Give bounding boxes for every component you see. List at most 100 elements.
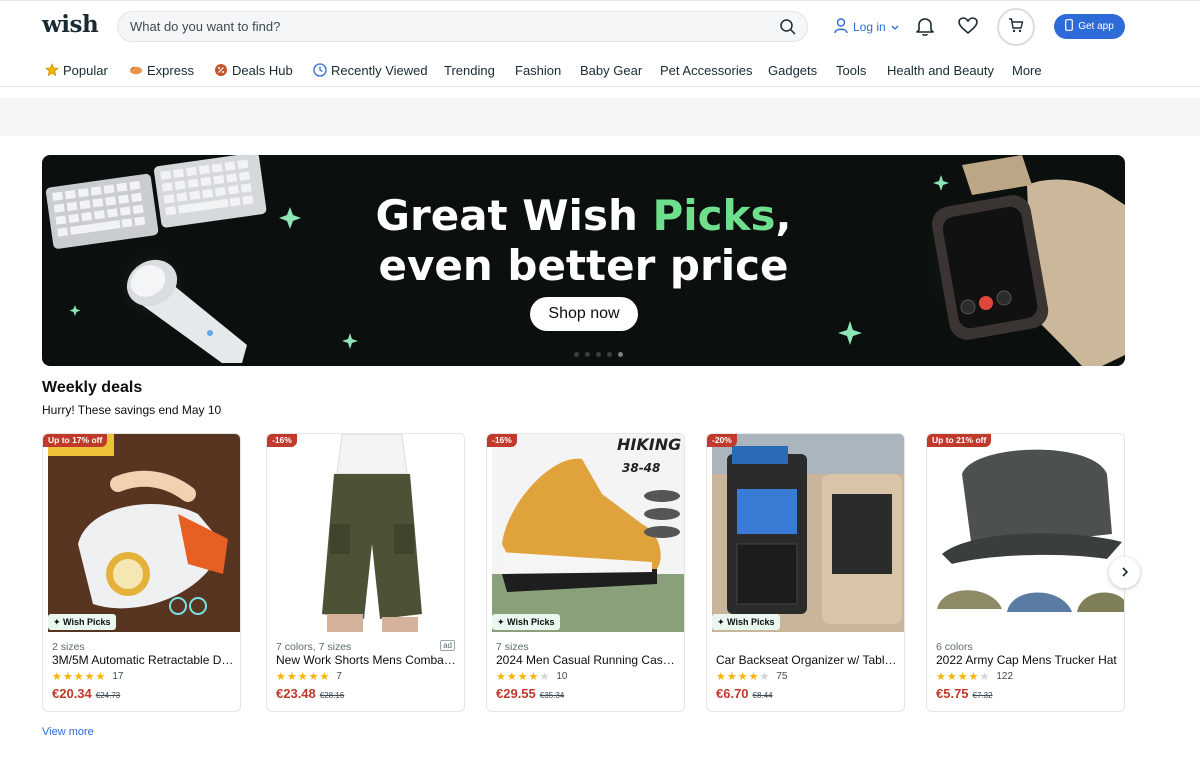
star-icon: ★ [968, 671, 979, 683]
weekly-deals-subtitle: Hurry! These savings end May 10 [42, 403, 222, 417]
carousel-dot-active[interactable] [618, 352, 623, 357]
hero-banner[interactable]: Great Wish Picks, even better price Shop… [42, 155, 1125, 366]
nav-label: Health and Beauty [887, 62, 994, 78]
view-more-link[interactable]: View more [42, 726, 94, 738]
discount-badge: -20% [707, 434, 737, 447]
chevron-down-icon [891, 20, 899, 34]
express-icon [129, 63, 143, 77]
nav-express[interactable]: Express [129, 61, 194, 79]
nav-popular[interactable]: Popular [45, 61, 108, 79]
nav-baby-gear[interactable]: Baby Gear [580, 61, 642, 79]
product-image[interactable] [932, 434, 1124, 632]
carousel-dot[interactable] [596, 352, 601, 357]
carousel-dot[interactable] [585, 352, 590, 357]
promo-strip [0, 98, 1200, 136]
price: €6.70 €8.44 [716, 686, 773, 701]
product-name[interactable]: Car Backseat Organizer w/ Tablet Holder [716, 653, 898, 667]
carousel-next-button[interactable] [1109, 557, 1140, 588]
nav-trending[interactable]: Trending [444, 61, 495, 79]
original-price: €7.32 [972, 691, 993, 700]
nav-label: Gadgets [768, 62, 818, 78]
carousel-dot[interactable] [574, 352, 579, 357]
search-bar [117, 11, 808, 42]
svg-text:HIKING: HIKING [617, 435, 681, 454]
variant-info: 2 sizes [52, 641, 85, 653]
star-icon: ★ [73, 671, 84, 683]
star-icon: ★ [308, 671, 319, 683]
wish-logo[interactable]: wish [42, 11, 99, 38]
star-half-icon: ★ [759, 671, 770, 683]
star-icon: ★ [62, 671, 73, 683]
star-icon: ★ [936, 671, 946, 683]
nav-fashion[interactable]: Fashion [515, 61, 561, 79]
product-name[interactable]: 3M/5M Automatic Retractable Dog Leash [52, 653, 234, 667]
star-icon: ★ [946, 671, 957, 683]
svg-text:38-48: 38-48 [622, 461, 660, 475]
product-card[interactable]: Up to 21% off 6 colors 2022 Army Cap Men… [926, 433, 1125, 712]
deals-icon [214, 63, 228, 77]
heart-icon[interactable] [957, 15, 979, 37]
product-name[interactable]: New Work Shorts Mens Combat Cargo [276, 653, 458, 667]
product-name[interactable]: 2022 Army Cap Mens Trucker Hat [936, 653, 1118, 667]
star-icon: ★ [748, 671, 759, 683]
review-count: 17 [112, 671, 124, 682]
wish-picks-label: Wish Picks [507, 617, 555, 627]
banner-headline-c: , [775, 191, 792, 240]
product-card[interactable]: Up to 17% off ✦ Wish Picks 2 sizes 3M/5M… [42, 433, 241, 712]
star-icon: ★ [517, 671, 528, 683]
product-name[interactable]: 2024 Men Casual Running Casual Shoes [496, 653, 678, 667]
star-icon: ★ [84, 671, 95, 683]
bell-icon[interactable] [914, 15, 936, 37]
clock-icon [313, 63, 327, 77]
variant-info: 7 colors, 7 sizes [276, 641, 352, 653]
nav-deals-hub[interactable]: Deals Hub [214, 61, 293, 79]
login-button[interactable]: Log in [834, 17, 899, 37]
nav-label: Pet Accessories [660, 62, 753, 78]
star-icon: ★ [297, 671, 308, 683]
nav-label: More [1012, 62, 1042, 78]
current-price: €6.70 [716, 686, 749, 701]
star-icon: ★ [957, 671, 968, 683]
price: €29.55 €35.34 [496, 686, 564, 701]
review-count: 10 [556, 671, 568, 682]
nav-label: Express [147, 62, 194, 78]
nav-health-beauty[interactable]: Health and Beauty [887, 61, 994, 79]
banner-headline: Great Wish Picks, [42, 191, 1125, 240]
original-price: €28.16 [319, 691, 345, 700]
top-header: wish Log in Get app [0, 0, 1200, 52]
product-image[interactable] [48, 434, 240, 632]
current-price: €20.34 [52, 686, 92, 701]
star-half-icon: ★ [979, 671, 990, 683]
star-icon: ★ [52, 671, 62, 683]
product-image[interactable]: HIKING 38-48 [492, 434, 684, 632]
rating-stars: ★ ★ ★ ★ ★ 17 [52, 670, 124, 683]
discount-badge: -16% [487, 434, 517, 447]
discount-badge: Up to 21% off [927, 434, 992, 447]
product-image[interactable] [712, 434, 904, 632]
original-price: €24.73 [95, 691, 121, 700]
nav-pet-accessories[interactable]: Pet Accessories [660, 61, 753, 79]
carousel-dot[interactable] [607, 352, 612, 357]
search-input[interactable] [130, 19, 750, 34]
ad-label: ad [440, 640, 455, 651]
product-card[interactable]: -16% HIKING 38-48 ✦ Wish Picks 7 sizes 2… [486, 433, 685, 712]
nav-more[interactable]: More [1012, 61, 1042, 79]
get-app-button[interactable]: Get app [1054, 14, 1125, 39]
nav-gadgets[interactable]: Gadgets [768, 61, 817, 79]
search-icon[interactable] [779, 18, 797, 36]
star-icon [45, 63, 59, 77]
star-half-icon: ★ [539, 671, 550, 683]
product-image[interactable] [272, 434, 464, 632]
cart-button[interactable] [997, 8, 1035, 46]
product-card[interactable]: -20% ✦ Wish Picks Car Backseat Organizer… [706, 433, 905, 712]
star-icon: ★ [737, 671, 748, 683]
shop-now-button[interactable]: Shop now [530, 297, 638, 331]
price: €20.34 €24.73 [52, 686, 120, 701]
nav-recently-viewed[interactable]: Recently Viewed [313, 61, 428, 79]
original-price: €35.34 [539, 691, 565, 700]
product-card[interactable]: -16% 7 colors, 7 sizes ad New Work Short… [266, 433, 465, 712]
price: €23.48 €28.16 [276, 686, 344, 701]
nav-tools[interactable]: Tools [836, 61, 866, 79]
nav-label: Deals Hub [232, 62, 293, 78]
nav-label: Trending [444, 62, 495, 78]
